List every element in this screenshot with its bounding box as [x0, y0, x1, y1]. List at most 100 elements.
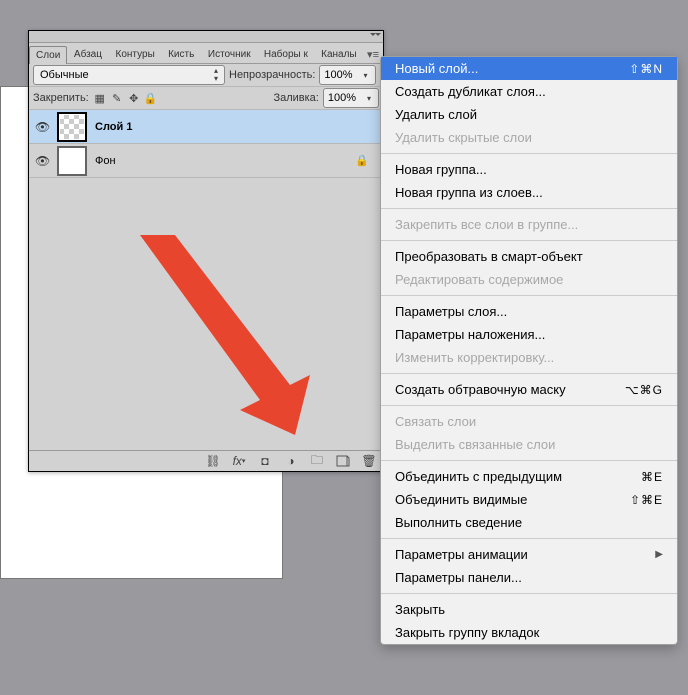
menu-label: Редактировать содержимое [395, 272, 563, 287]
layer-name[interactable]: Слой 1 [95, 121, 132, 133]
menu-delete-hidden: Удалить скрытые слои [381, 126, 677, 149]
tab-channels[interactable]: Каналы [314, 45, 363, 63]
menu-new-layer[interactable]: Новый слой... ⇧⌘N [381, 57, 677, 80]
menu-label: Параметры слоя... [395, 304, 507, 319]
menu-label: Создать дубликат слоя... [395, 84, 546, 99]
menu-label: Изменить корректировку... [395, 350, 554, 365]
layer-thumbnail[interactable] [57, 146, 87, 176]
mask-icon[interactable]: ◘ [257, 453, 273, 469]
menu-smart-object[interactable]: Преобразовать в смарт-объект [381, 245, 677, 268]
opacity-value: 100% [320, 69, 356, 81]
blend-mode-value: Обычные [40, 69, 89, 81]
opacity-label: Непрозрачность: [229, 69, 315, 81]
menu-flatten[interactable]: Выполнить сведение [381, 511, 677, 534]
menu-close-tab-group[interactable]: Закрыть группу вкладок [381, 621, 677, 644]
fill-label: Заливка: [273, 92, 318, 104]
fill-input[interactable]: 100% ▾ [323, 88, 379, 108]
menu-duplicate-layer[interactable]: Создать дубликат слоя... [381, 80, 677, 103]
tab-source[interactable]: Источник [201, 45, 257, 63]
menu-group-from-layers[interactable]: Новая группа из слоев... [381, 181, 677, 204]
menu-label: Параметры панели... [395, 570, 522, 585]
tab-layers[interactable]: Слои [29, 46, 67, 64]
menu-separator [381, 593, 677, 594]
submenu-arrow-icon: ▶ [655, 549, 663, 560]
menu-edit-adjustment: Изменить корректировку... [381, 346, 677, 369]
menu-separator [381, 538, 677, 539]
menu-label: Параметры анимации [395, 547, 528, 562]
panel-collapse-icon[interactable] [370, 33, 380, 39]
visibility-toggle[interactable]: 👁 [35, 120, 49, 134]
tab-brush[interactable]: Кисть [161, 45, 201, 63]
new-layer-icon[interactable] [335, 453, 351, 469]
menu-close[interactable]: Закрыть [381, 598, 677, 621]
menu-animation-options[interactable]: Параметры анимации ▶ [381, 543, 677, 566]
lock-row: Закрепить: ▦ ✎ ✥ 🔒 Заливка: 100% ▾ [29, 87, 383, 110]
menu-separator [381, 405, 677, 406]
lock-position-icon[interactable]: ✥ [127, 91, 141, 105]
menu-label: Закрепить все слои в группе... [395, 217, 578, 232]
menu-select-linked: Выделить связанные слои [381, 433, 677, 456]
layers-panel: Слои Абзац Контуры Кисть Источник Наборы… [28, 30, 384, 472]
layer-name[interactable]: Фон [95, 155, 116, 167]
layer-row[interactable]: 👁 Фон 🔒 [29, 144, 383, 178]
menu-label: Закрыть [395, 602, 445, 617]
panel-drag-bar[interactable] [29, 31, 383, 43]
blend-row: Обычные ▴▾ Непрозрачность: 100% ▾ [29, 64, 383, 87]
panel-tabs: Слои Абзац Контуры Кисть Источник Наборы… [29, 43, 383, 64]
lock-pixels-icon[interactable]: ✎ [110, 91, 124, 105]
menu-delete-layer[interactable]: Удалить слой [381, 103, 677, 126]
panel-footer: ⛓ fx▾ ◘ ◑ 🗀 🗑 [29, 450, 383, 471]
lock-all-icon[interactable]: 🔒 [144, 91, 158, 105]
menu-new-group[interactable]: Новая группа... [381, 158, 677, 181]
menu-shortcut: ⇧⌘E [630, 493, 663, 507]
tab-presets[interactable]: Наборы к [257, 45, 314, 63]
tab-paths[interactable]: Контуры [109, 45, 162, 63]
opacity-input[interactable]: 100% ▾ [319, 65, 375, 85]
menu-label: Удалить скрытые слои [395, 130, 532, 145]
menu-separator [381, 153, 677, 154]
menu-separator [381, 373, 677, 374]
menu-label: Параметры наложения... [395, 327, 545, 342]
lock-buttons: ▦ ✎ ✥ 🔒 [93, 91, 158, 105]
menu-label: Новая группа из слоев... [395, 185, 543, 200]
trash-icon[interactable]: 🗑 [361, 453, 377, 469]
menu-label: Выполнить сведение [395, 515, 522, 530]
layer-thumbnail[interactable] [57, 112, 87, 142]
chevron-updown-icon: ▴▾ [210, 67, 222, 83]
menu-panel-options[interactable]: Параметры панели... [381, 566, 677, 589]
adjustment-icon[interactable]: ◑ [283, 453, 299, 469]
fill-value: 100% [324, 92, 360, 104]
menu-label: Создать обтравочную маску [395, 382, 566, 397]
lock-transparency-icon[interactable]: ▦ [93, 91, 107, 105]
menu-shortcut: ⌘E [641, 470, 663, 484]
lock-label: Закрепить: [33, 92, 89, 104]
menu-label: Объединить с предыдущим [395, 469, 562, 484]
link-layers-icon[interactable]: ⛓ [205, 453, 221, 469]
lock-icon: 🔒 [355, 154, 369, 167]
menu-label: Преобразовать в смарт-объект [395, 249, 583, 264]
menu-label: Новая группа... [395, 162, 487, 177]
visibility-toggle[interactable]: 👁 [35, 154, 49, 168]
chevron-down-icon: ▾ [357, 71, 375, 80]
layer-row[interactable]: 👁 Слой 1 [29, 110, 383, 144]
menu-merge-visible[interactable]: Объединить видимые ⇧⌘E [381, 488, 677, 511]
menu-label: Выделить связанные слои [395, 437, 555, 452]
menu-label: Закрыть группу вкладок [395, 625, 539, 640]
menu-clipping-mask[interactable]: Создать обтравочную маску ⌥⌘G [381, 378, 677, 401]
fx-icon[interactable]: fx▾ [231, 453, 247, 469]
tab-paragraph[interactable]: Абзац [67, 45, 109, 63]
menu-label: Объединить видимые [395, 492, 527, 507]
menu-blending-options[interactable]: Параметры наложения... [381, 323, 677, 346]
menu-separator [381, 460, 677, 461]
menu-label: Связать слои [395, 414, 476, 429]
blend-mode-select[interactable]: Обычные ▴▾ [33, 65, 225, 85]
menu-merge-down[interactable]: Объединить с предыдущим ⌘E [381, 465, 677, 488]
layers-list: 👁 Слой 1 👁 Фон 🔒 [29, 110, 383, 435]
folder-icon[interactable]: 🗀 [309, 453, 325, 469]
menu-separator [381, 295, 677, 296]
menu-layer-properties[interactable]: Параметры слоя... [381, 300, 677, 323]
menu-separator [381, 240, 677, 241]
menu-label: Новый слой... [395, 61, 478, 76]
menu-shortcut: ⌥⌘G [625, 383, 663, 397]
menu-edit-contents: Редактировать содержимое [381, 268, 677, 291]
